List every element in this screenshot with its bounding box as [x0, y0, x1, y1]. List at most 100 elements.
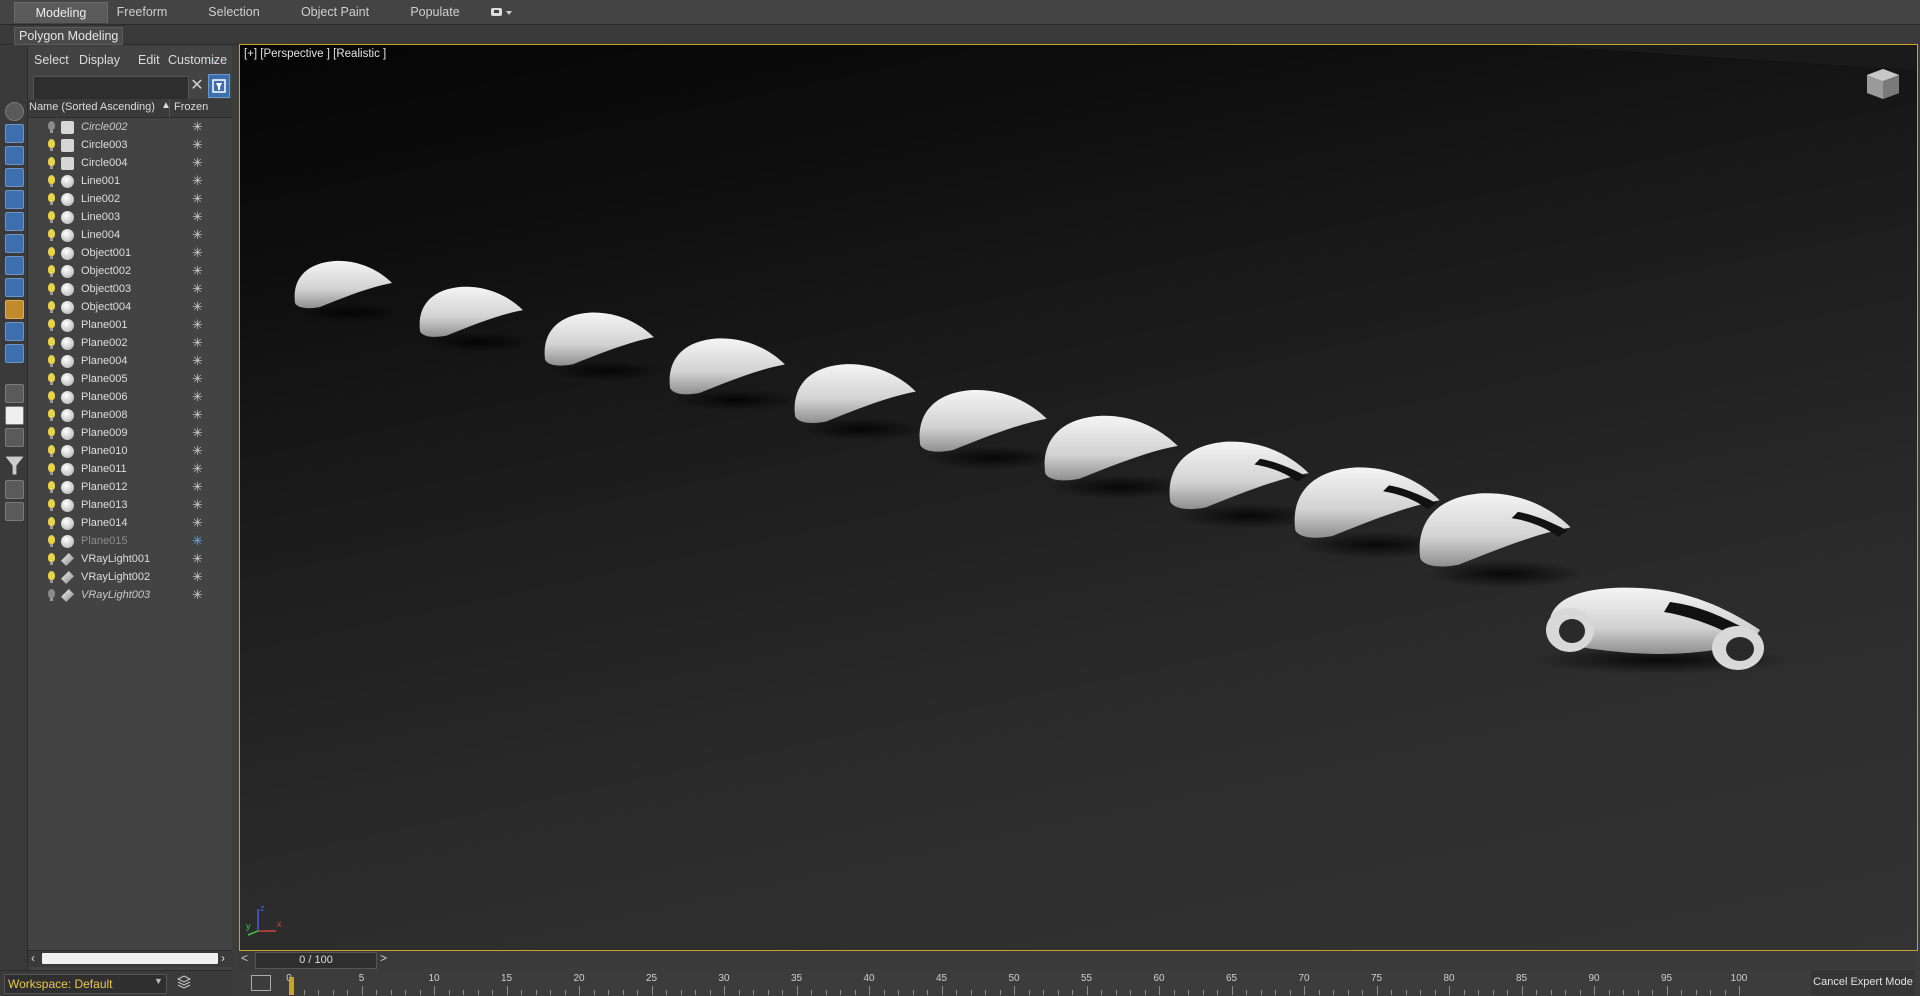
column-frozen-header[interactable]: Frozen: [174, 101, 208, 113]
visibility-bulb-icon[interactable]: [48, 157, 55, 169]
next-frame-button[interactable]: >: [380, 951, 387, 965]
object-row[interactable]: Circle003 ✳: [28, 137, 232, 155]
object-name[interactable]: Line004: [81, 229, 120, 241]
object-row[interactable]: VRayLight003 ✳: [28, 587, 232, 605]
display-frozen-icon[interactable]: [5, 344, 24, 363]
cancel-expert-mode-button[interactable]: Cancel Expert Mode: [1811, 970, 1915, 995]
object-name[interactable]: Plane013: [81, 499, 128, 511]
display-geometry-icon[interactable]: [5, 124, 24, 143]
visibility-bulb-icon[interactable]: [48, 247, 55, 259]
object-name[interactable]: Line002: [81, 193, 120, 205]
freeze-toggle-icon[interactable]: ✳: [192, 335, 203, 351]
display-all-icon[interactable]: [5, 384, 24, 403]
menu-customize[interactable]: Customize: [168, 53, 227, 67]
visibility-bulb-icon[interactable]: [48, 139, 55, 151]
display-bones-icon[interactable]: [5, 300, 24, 319]
visibility-bulb-icon[interactable]: [48, 391, 55, 403]
display-none-toggle-icon[interactable]: [5, 406, 24, 425]
chevron-down-icon[interactable]: ▼: [154, 976, 163, 986]
object-row[interactable]: Line003 ✳: [28, 209, 232, 227]
object-name[interactable]: Plane008: [81, 409, 128, 421]
object-row[interactable]: Plane012 ✳: [28, 479, 232, 497]
object-row[interactable]: Plane010 ✳: [28, 443, 232, 461]
polygon-modeling-button[interactable]: Polygon Modeling: [14, 27, 124, 45]
display-xrefs-icon[interactable]: [5, 278, 24, 297]
visibility-bulb-icon[interactable]: [48, 535, 55, 547]
visibility-bulb-icon[interactable]: [48, 409, 55, 421]
freeze-toggle-icon[interactable]: ✳: [192, 533, 203, 549]
current-frame-marker[interactable]: [289, 977, 294, 995]
visibility-bulb-icon[interactable]: [48, 373, 55, 385]
scroll-right-icon[interactable]: ›: [221, 951, 225, 965]
model-shell[interactable]: [669, 338, 797, 411]
freeze-toggle-icon[interactable]: ✳: [192, 299, 203, 315]
object-row[interactable]: Object004 ✳: [28, 299, 232, 317]
freeze-toggle-icon[interactable]: ✳: [192, 173, 203, 189]
visibility-bulb-icon[interactable]: [48, 193, 55, 205]
object-name[interactable]: Object001: [81, 247, 131, 259]
freeze-toggle-icon[interactable]: ✳: [192, 587, 203, 603]
model-shell[interactable]: [1419, 493, 1587, 588]
filter-icon[interactable]: [5, 456, 24, 475]
object-name[interactable]: Plane015: [81, 535, 128, 547]
object-name[interactable]: Plane006: [81, 391, 128, 403]
freeze-toggle-icon[interactable]: ✳: [192, 407, 203, 423]
display-lights-icon[interactable]: [5, 168, 24, 187]
visibility-bulb-icon[interactable]: [48, 517, 55, 529]
visibility-bulb-icon[interactable]: [48, 175, 55, 187]
scroll-left-icon[interactable]: ‹: [31, 951, 35, 965]
object-name[interactable]: Line001: [81, 175, 120, 187]
tab-populate[interactable]: Populate: [400, 2, 470, 22]
object-name[interactable]: Plane010: [81, 445, 128, 457]
visibility-bulb-icon[interactable]: [48, 481, 55, 493]
freeze-toggle-icon[interactable]: ✳: [192, 425, 203, 441]
freeze-toggle-icon[interactable]: ✳: [192, 551, 203, 567]
object-row[interactable]: Line004 ✳: [28, 227, 232, 245]
display-shapes-icon[interactable]: [5, 146, 24, 165]
display-none-icon[interactable]: [5, 102, 24, 121]
menu-select[interactable]: Select: [34, 53, 69, 67]
object-name[interactable]: Plane004: [81, 355, 128, 367]
object-row[interactable]: Object002 ✳: [28, 263, 232, 281]
object-row[interactable]: Circle004 ✳: [28, 155, 232, 173]
object-row[interactable]: Plane015 ✳: [28, 533, 232, 551]
object-row[interactable]: Plane009 ✳: [28, 425, 232, 443]
layers-icon[interactable]: [5, 502, 24, 521]
object-row[interactable]: Plane005 ✳: [28, 371, 232, 389]
object-row[interactable]: Plane001 ✳: [28, 317, 232, 335]
filter-toggle-icon[interactable]: [208, 74, 230, 98]
hierarchy-icon[interactable]: [5, 480, 24, 499]
freeze-toggle-icon[interactable]: ✳: [192, 155, 203, 171]
model-shell[interactable]: [419, 286, 534, 352]
freeze-toggle-icon[interactable]: ✳: [192, 191, 203, 207]
freeze-toggle-icon[interactable]: ✳: [192, 137, 203, 153]
column-divider[interactable]: [169, 99, 170, 117]
object-row[interactable]: Plane006 ✳: [28, 389, 232, 407]
time-slider[interactable]: < 0 / 100 >: [239, 951, 1916, 969]
object-name[interactable]: VRayLight002: [81, 571, 150, 583]
object-name[interactable]: Circle002: [81, 121, 127, 133]
object-name[interactable]: Object002: [81, 265, 131, 277]
freeze-toggle-icon[interactable]: ✳: [192, 227, 203, 243]
freeze-toggle-icon[interactable]: ✳: [192, 461, 203, 477]
freeze-toggle-icon[interactable]: ✳: [192, 389, 203, 405]
object-row[interactable]: Plane004 ✳: [28, 353, 232, 371]
time-slider-thumb[interactable]: 0 / 100: [255, 952, 377, 969]
freeze-toggle-icon[interactable]: ✳: [192, 209, 203, 225]
visibility-bulb-icon[interactable]: [48, 319, 55, 331]
object-name[interactable]: Plane005: [81, 373, 128, 385]
visibility-bulb-icon[interactable]: [48, 121, 55, 133]
object-row[interactable]: Circle002 ✳: [28, 119, 232, 137]
display-groups-icon[interactable]: [5, 256, 24, 275]
visibility-bulb-icon[interactable]: [48, 553, 55, 565]
object-name[interactable]: Plane011: [81, 463, 127, 475]
object-name[interactable]: Object003: [81, 283, 131, 295]
model-shell[interactable]: [919, 389, 1060, 470]
viewcube-icon[interactable]: [1863, 65, 1901, 101]
layer-explorer-icon[interactable]: [176, 974, 192, 990]
visibility-bulb-icon[interactable]: [48, 463, 55, 475]
object-name[interactable]: Plane014: [81, 517, 128, 529]
model-shell[interactable]: [544, 312, 666, 382]
object-row[interactable]: Object001 ✳: [28, 245, 232, 263]
visibility-bulb-icon[interactable]: [48, 445, 55, 457]
